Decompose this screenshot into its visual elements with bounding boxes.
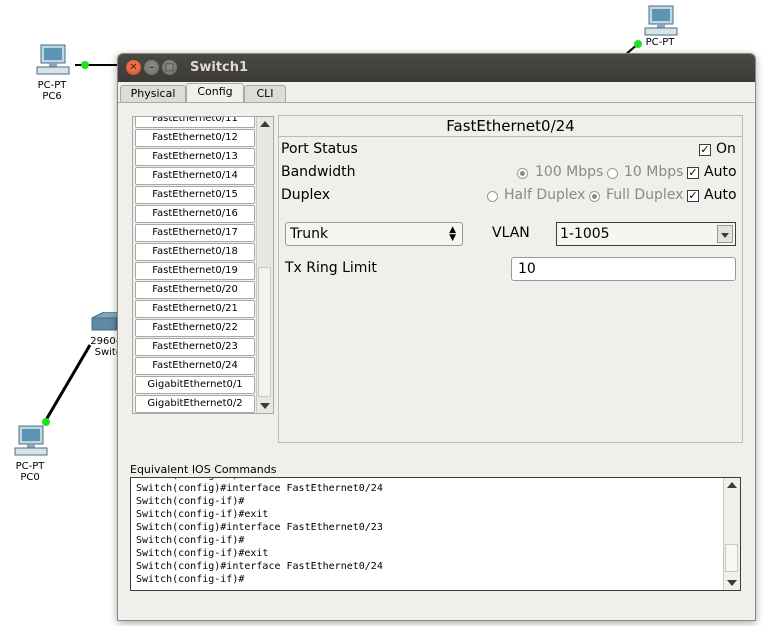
device-pc6[interactable]: PC-PT PC6	[22, 44, 82, 102]
scroll-down-icon[interactable]	[260, 403, 270, 409]
duplex-auto-checkbox[interactable]: ✓	[687, 190, 699, 202]
ios-command-line: Switch(config-if)#	[136, 496, 245, 507]
port-list-item[interactable]: FastEthernet0/18	[135, 243, 255, 261]
port-list-item[interactable]: FastEthernet0/17	[135, 224, 255, 242]
port-status-label: Port Status	[281, 141, 358, 157]
port-list-item[interactable]: FastEthernet0/12	[135, 129, 255, 147]
ios-command-line: Switch(config)#interface FastEthernet0/2…	[136, 483, 383, 494]
bandwidth-100-label: 100 Mbps	[535, 164, 604, 180]
port-name-heading: FastEthernet0/24	[279, 116, 742, 137]
device-type-label: PC-PT	[645, 37, 675, 48]
port-list-item[interactable]: FastEthernet0/24	[135, 357, 255, 375]
ios-command-line: Switch(config-if)#	[136, 535, 245, 546]
bandwidth-10-label: 10 Mbps	[624, 164, 684, 180]
updown-icon: ▲ ▼	[449, 225, 456, 243]
port-mode-value: Trunk	[290, 226, 329, 242]
ios-command-line: Switch(config-if)#	[136, 574, 245, 585]
bandwidth-10-radio[interactable]	[607, 168, 618, 179]
port-list-item[interactable]: GigabitEthernet0/2	[135, 395, 255, 413]
device-type-label: PC-PT	[15, 461, 45, 472]
duplex-auto-label: Auto	[704, 187, 737, 203]
port-list-item[interactable]: GigabitEthernet0/1	[135, 376, 255, 394]
scroll-up-icon[interactable]	[260, 121, 270, 127]
port-list-item[interactable]: FastEthernet0/16	[135, 205, 255, 223]
maximize-button[interactable]: □	[162, 60, 177, 75]
scroll-down-icon[interactable]	[727, 580, 737, 586]
pc-icon	[644, 5, 678, 36]
port-list-scrollbar[interactable]	[256, 117, 273, 413]
port-list-item[interactable]: FastEthernet0/20	[135, 281, 255, 299]
port-list-item[interactable]: FastEthernet0/19	[135, 262, 255, 280]
pc-icon	[36, 44, 70, 75]
duplex-label: Duplex	[281, 187, 331, 203]
duplex-half-label: Half Duplex	[504, 187, 586, 203]
port-list-item[interactable]: FastEthernet0/13	[135, 148, 255, 166]
device-type-label: PC-PT	[37, 80, 67, 91]
device-name-label: PC0	[20, 472, 40, 483]
port-list-item[interactable]: FastEthernet0/15	[135, 186, 255, 204]
scroll-up-icon[interactable]	[727, 482, 737, 488]
ios-command-line: Switch(config-if)#exit	[136, 548, 269, 559]
tx-ring-limit-input[interactable]: 10	[511, 257, 736, 281]
close-button[interactable]: ✕	[126, 60, 141, 75]
bandwidth-label: Bandwidth	[281, 164, 356, 180]
port-list-item[interactable]: FastEthernet0/11	[135, 117, 255, 128]
ios-command-line: Switch(config)#interface FastEthernet0/2…	[136, 561, 383, 572]
tab-bar: Physical Config CLI	[118, 82, 755, 103]
ios-scrollbar[interactable]	[723, 478, 740, 590]
tab-cli[interactable]: CLI	[244, 85, 286, 102]
device-pc0[interactable]: PC-PT PC0	[0, 425, 60, 483]
window-title: Switch1	[190, 60, 249, 75]
port-config-panel: FastEthernet0/24 Port Status ✓ On Bandwi…	[278, 115, 743, 443]
port-status-checkbox[interactable]: ✓	[699, 144, 711, 156]
pc-icon	[14, 425, 48, 456]
port-list-item[interactable]: FastEthernet0/22	[135, 319, 255, 337]
ios-command-line: Switch(config-if)#exit	[136, 509, 269, 520]
tab-physical[interactable]: Physical	[120, 85, 186, 102]
bandwidth-auto-label: Auto	[704, 164, 737, 180]
minimize-button[interactable]: –	[144, 60, 159, 75]
duplex-full-label: Full Duplex	[606, 187, 684, 203]
port-list: FastEthernet0/11 FastEthernet0/12 FastEthe…	[132, 116, 274, 414]
device-name-label: PC6	[42, 91, 62, 102]
scrollbar-thumb[interactable]	[725, 544, 738, 572]
port-list-item[interactable]: FastEthernet0/14	[135, 167, 255, 185]
bandwidth-100-radio[interactable]	[517, 168, 528, 179]
port-list-item[interactable]: FastEthernet0/23	[135, 338, 255, 356]
bandwidth-auto-checkbox[interactable]: ✓	[687, 167, 699, 179]
port-status-on-label: On	[716, 141, 736, 157]
device-config-window: ✕ – □ Switch1 Physical Config CLI FastEt…	[117, 53, 756, 621]
duplex-half-radio[interactable]	[487, 191, 498, 202]
window-titlebar[interactable]: ✕ – □ Switch1	[118, 54, 755, 82]
ios-command-line: Switch(config)#interface FastEthernet0/2…	[136, 522, 383, 533]
ios-commands-label: Equivalent IOS Commands	[130, 463, 277, 476]
tx-ring-limit-label: Tx Ring Limit	[285, 260, 377, 276]
vlan-label: VLAN	[492, 225, 530, 241]
port-list-item[interactable]: FastEthernet0/21	[135, 300, 255, 318]
vlan-select[interactable]: 1-1005	[556, 222, 736, 246]
chevron-down-icon[interactable]	[717, 225, 733, 243]
scrollbar-thumb[interactable]	[258, 267, 271, 397]
vlan-value: 1-1005	[560, 226, 610, 242]
port-mode-select[interactable]: Trunk ▲ ▼	[285, 222, 463, 246]
duplex-full-radio[interactable]	[589, 191, 600, 202]
link-indicator-pc6	[81, 61, 89, 69]
device-pc-top-right[interactable]: PC-PT	[630, 5, 690, 48]
tab-config[interactable]: Config	[186, 83, 244, 102]
ios-commands-log[interactable]: Switch(config-if)#exit Switch(config)#int…	[130, 477, 741, 591]
